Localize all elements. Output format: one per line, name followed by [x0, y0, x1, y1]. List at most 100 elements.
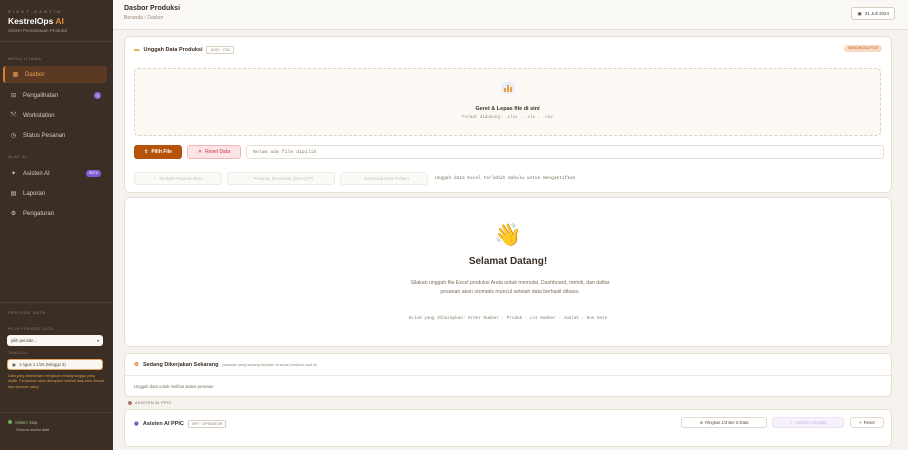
- card-divider: [125, 375, 891, 376]
- in-progress-title: Sedang Dikerjakan Sekarang: [142, 362, 219, 368]
- status-label: Sistem Siap: [15, 420, 38, 425]
- upload-card-header: ▬ Unggah Data Produksi XLSX · CSV: [134, 46, 235, 54]
- robot-icon: ◉: [134, 421, 139, 427]
- status-dot-icon: [8, 420, 12, 424]
- urgent-orders-label: Pesanan Mendesak (Sort CPP): [253, 176, 314, 181]
- sidebar-item-workstation[interactable]: ⤲ Workstation: [3, 107, 107, 124]
- sidebar-divider: [0, 302, 113, 303]
- upload-icon: ⇧: [144, 149, 149, 155]
- sidebar-item-pengalihatan[interactable]: ⊟ Pengalihatan 3: [3, 87, 107, 104]
- file-dropzone[interactable]: Geret & Lepas file di sini Format diduku…: [134, 68, 881, 136]
- sidebar-item-label: Pengalihatan: [23, 92, 59, 99]
- upload-card: ▬ Unggah Data Produksi XLSX · CSV MENUNG…: [124, 36, 892, 193]
- dropzone-title: Geret & Lepas file di sini: [475, 106, 540, 112]
- period-title: PERIODE DATA: [8, 310, 46, 315]
- clock-icon: ◷: [10, 133, 17, 139]
- assistant-title: Asisten AI PPIC: [142, 421, 184, 427]
- brand-title: KestrelOps AI: [8, 16, 64, 26]
- assistant-tag: GPT · OPERATOR: [187, 420, 227, 428]
- sidebar: S I K E T . K A N T I N KestrelOps AI Si…: [0, 0, 113, 450]
- period-select-label: PILIH PERIODE DATA: [8, 327, 54, 331]
- list-icon: ⊟: [10, 93, 17, 99]
- date-field-value: 1 Agus 1 1/26 (Minggu 3): [18, 362, 66, 367]
- upload-hint: Unggah data Excel terlebih dahulu untuk …: [435, 176, 576, 181]
- welcome-card: 👋 Selamat Datang! Silakan unggah file Ex…: [124, 197, 892, 347]
- assistant-section-text: ASISTEN AI PPIC: [135, 401, 172, 405]
- welcome-text: Silakan unggah file Excel produksi Anda …: [410, 280, 610, 295]
- date-button-label: 31 Juli 2024: [864, 11, 889, 16]
- reset-data-label: Reset Data: [205, 149, 231, 155]
- sidebar-item-label: Dasbor: [25, 71, 45, 78]
- system-status: Sistem Siap: [8, 420, 37, 425]
- urgent-orders-button[interactable]: ↑ Pesanan Mendesak (Sort CPP): [227, 172, 335, 185]
- add-order-button[interactable]: + Tambah Pesanan Baru: [134, 172, 222, 185]
- upload-status-badge: MENUNGGU FILE: [844, 45, 882, 52]
- sidebar-divider: [0, 412, 113, 413]
- sidebar-item-dasbor[interactable]: ▦ Dasbor: [3, 66, 107, 83]
- sidebar-item-label: Status Pesanan: [23, 132, 66, 139]
- tools-section-label: ALAT AI: [8, 154, 28, 159]
- brand-eyebrow: S I K E T . K A N T I N: [8, 9, 61, 14]
- analyze-label: Analisis Lengkap: [794, 420, 827, 425]
- workflow-icon: ⤲: [11, 112, 16, 118]
- status-subtext: Semua modul aktif: [16, 427, 50, 432]
- period-select-value: pilih periode...: [11, 338, 38, 343]
- in-progress-card: ⚙ Sedang Dikerjakan Sekarang pesanan yan…: [124, 353, 892, 397]
- assistant-reset-button[interactable]: × Reset: [850, 417, 884, 428]
- sidebar-item-asisten-ai[interactable]: ✦ Asisten AI BETA: [3, 165, 107, 182]
- report-icon: ▤: [10, 191, 17, 197]
- in-progress-empty: Unggah data untuk melihat status pesanan: [134, 384, 214, 389]
- topbar: Dasbor Produksi Beranda › Dasbor ▣ 31 Jul…: [113, 0, 908, 30]
- folder-icon: ▬: [134, 47, 140, 53]
- assistant-card: ◉ Asisten AI PPIC GPT · OPERATOR ⊕ Ringka…: [124, 409, 892, 447]
- sidebar-item-laporan[interactable]: ▤ Laporan: [3, 185, 107, 202]
- date-button[interactable]: ▣ 31 Juli 2024: [851, 7, 895, 20]
- sidebar-item-pengaturan[interactable]: ⚙ Pengaturan: [3, 205, 107, 222]
- period-select[interactable]: pilih periode... ▾: [7, 335, 103, 346]
- brand-name: KestrelOps: [8, 16, 54, 26]
- welcome-title: Selamat Datang!: [468, 256, 548, 267]
- summary-button[interactable]: ⊕ Ringkas 1/3 Ber 5 Data: [681, 417, 767, 428]
- dropzone-subtitle: Format didukung: .xlsx · .xls · .csv: [462, 116, 553, 120]
- sidebar-item-label: Pengaturan: [23, 210, 55, 217]
- sidebar-item-label: Asisten AI: [23, 170, 50, 177]
- analyze-button[interactable]: ✧ Analisis Lengkap: [772, 417, 844, 428]
- sidebar-divider: [0, 41, 113, 42]
- close-icon: ×: [859, 420, 862, 425]
- calendar-icon: ▣: [12, 362, 16, 367]
- date-label: TANGGAL: [8, 351, 29, 355]
- waving-hand-icon: 👋: [494, 222, 522, 247]
- gear-icon: ⚙: [134, 362, 139, 368]
- sidebar-item-label: Laporan: [23, 190, 46, 197]
- assistant-section-label: ASISTEN AI PPIC: [128, 401, 172, 405]
- sparkle-icon: ✦: [10, 171, 17, 177]
- trash-icon: ✕: [197, 149, 203, 155]
- format-tag: XLSX · CSV: [206, 46, 235, 54]
- pick-file-label: Pilih File: [151, 149, 172, 155]
- plus-icon: +: [153, 176, 156, 181]
- in-progress-subtitle: pesanan yang sedang berjalan di lantai p…: [222, 363, 318, 367]
- menu-section-label: MENU UTAMA: [8, 56, 42, 61]
- download-data-button[interactable]: ↓ Download Data Terbaru: [340, 172, 428, 185]
- summary-label: Ringkas 1/3 Ber 5 Data: [705, 420, 749, 425]
- date-field[interactable]: ▣ 1 Agus 1 1/26 (Minggu 3): [7, 359, 103, 370]
- in-progress-header: ⚙ Sedang Dikerjakan Sekarang pesanan yan…: [134, 362, 317, 368]
- add-order-label: Tambah Pesanan Baru: [158, 176, 203, 181]
- sidebar-item-status-pesanan[interactable]: ◷ Status Pesanan: [3, 127, 107, 144]
- breadcrumb: Beranda › Dasbor: [124, 15, 164, 21]
- selected-file-field: Belum ada file dipilih: [246, 145, 884, 159]
- chevron-down-icon: ▾: [96, 338, 99, 343]
- sparkle-icon: ✧: [789, 420, 793, 425]
- download-data-label: Download Data Terbaru: [364, 176, 410, 181]
- reset-data-button[interactable]: ✕ Reset Data: [187, 145, 241, 159]
- plus-circle-icon: ⊕: [699, 420, 704, 425]
- beta-badge: BETA: [86, 170, 101, 177]
- count-badge: 3: [94, 92, 101, 99]
- period-note: Data yang ditampilkan mengikuti rentang …: [8, 374, 104, 389]
- brand-accent: AI: [53, 16, 64, 26]
- bar-chart-icon: [502, 82, 514, 94]
- upload-card-title: Unggah Data Produksi: [143, 47, 203, 53]
- pick-file-button[interactable]: ⇧ Pilih File: [134, 145, 182, 159]
- download-icon: ↓: [358, 176, 362, 181]
- assistant-header: ◉ Asisten AI PPIC GPT · OPERATOR: [134, 420, 227, 428]
